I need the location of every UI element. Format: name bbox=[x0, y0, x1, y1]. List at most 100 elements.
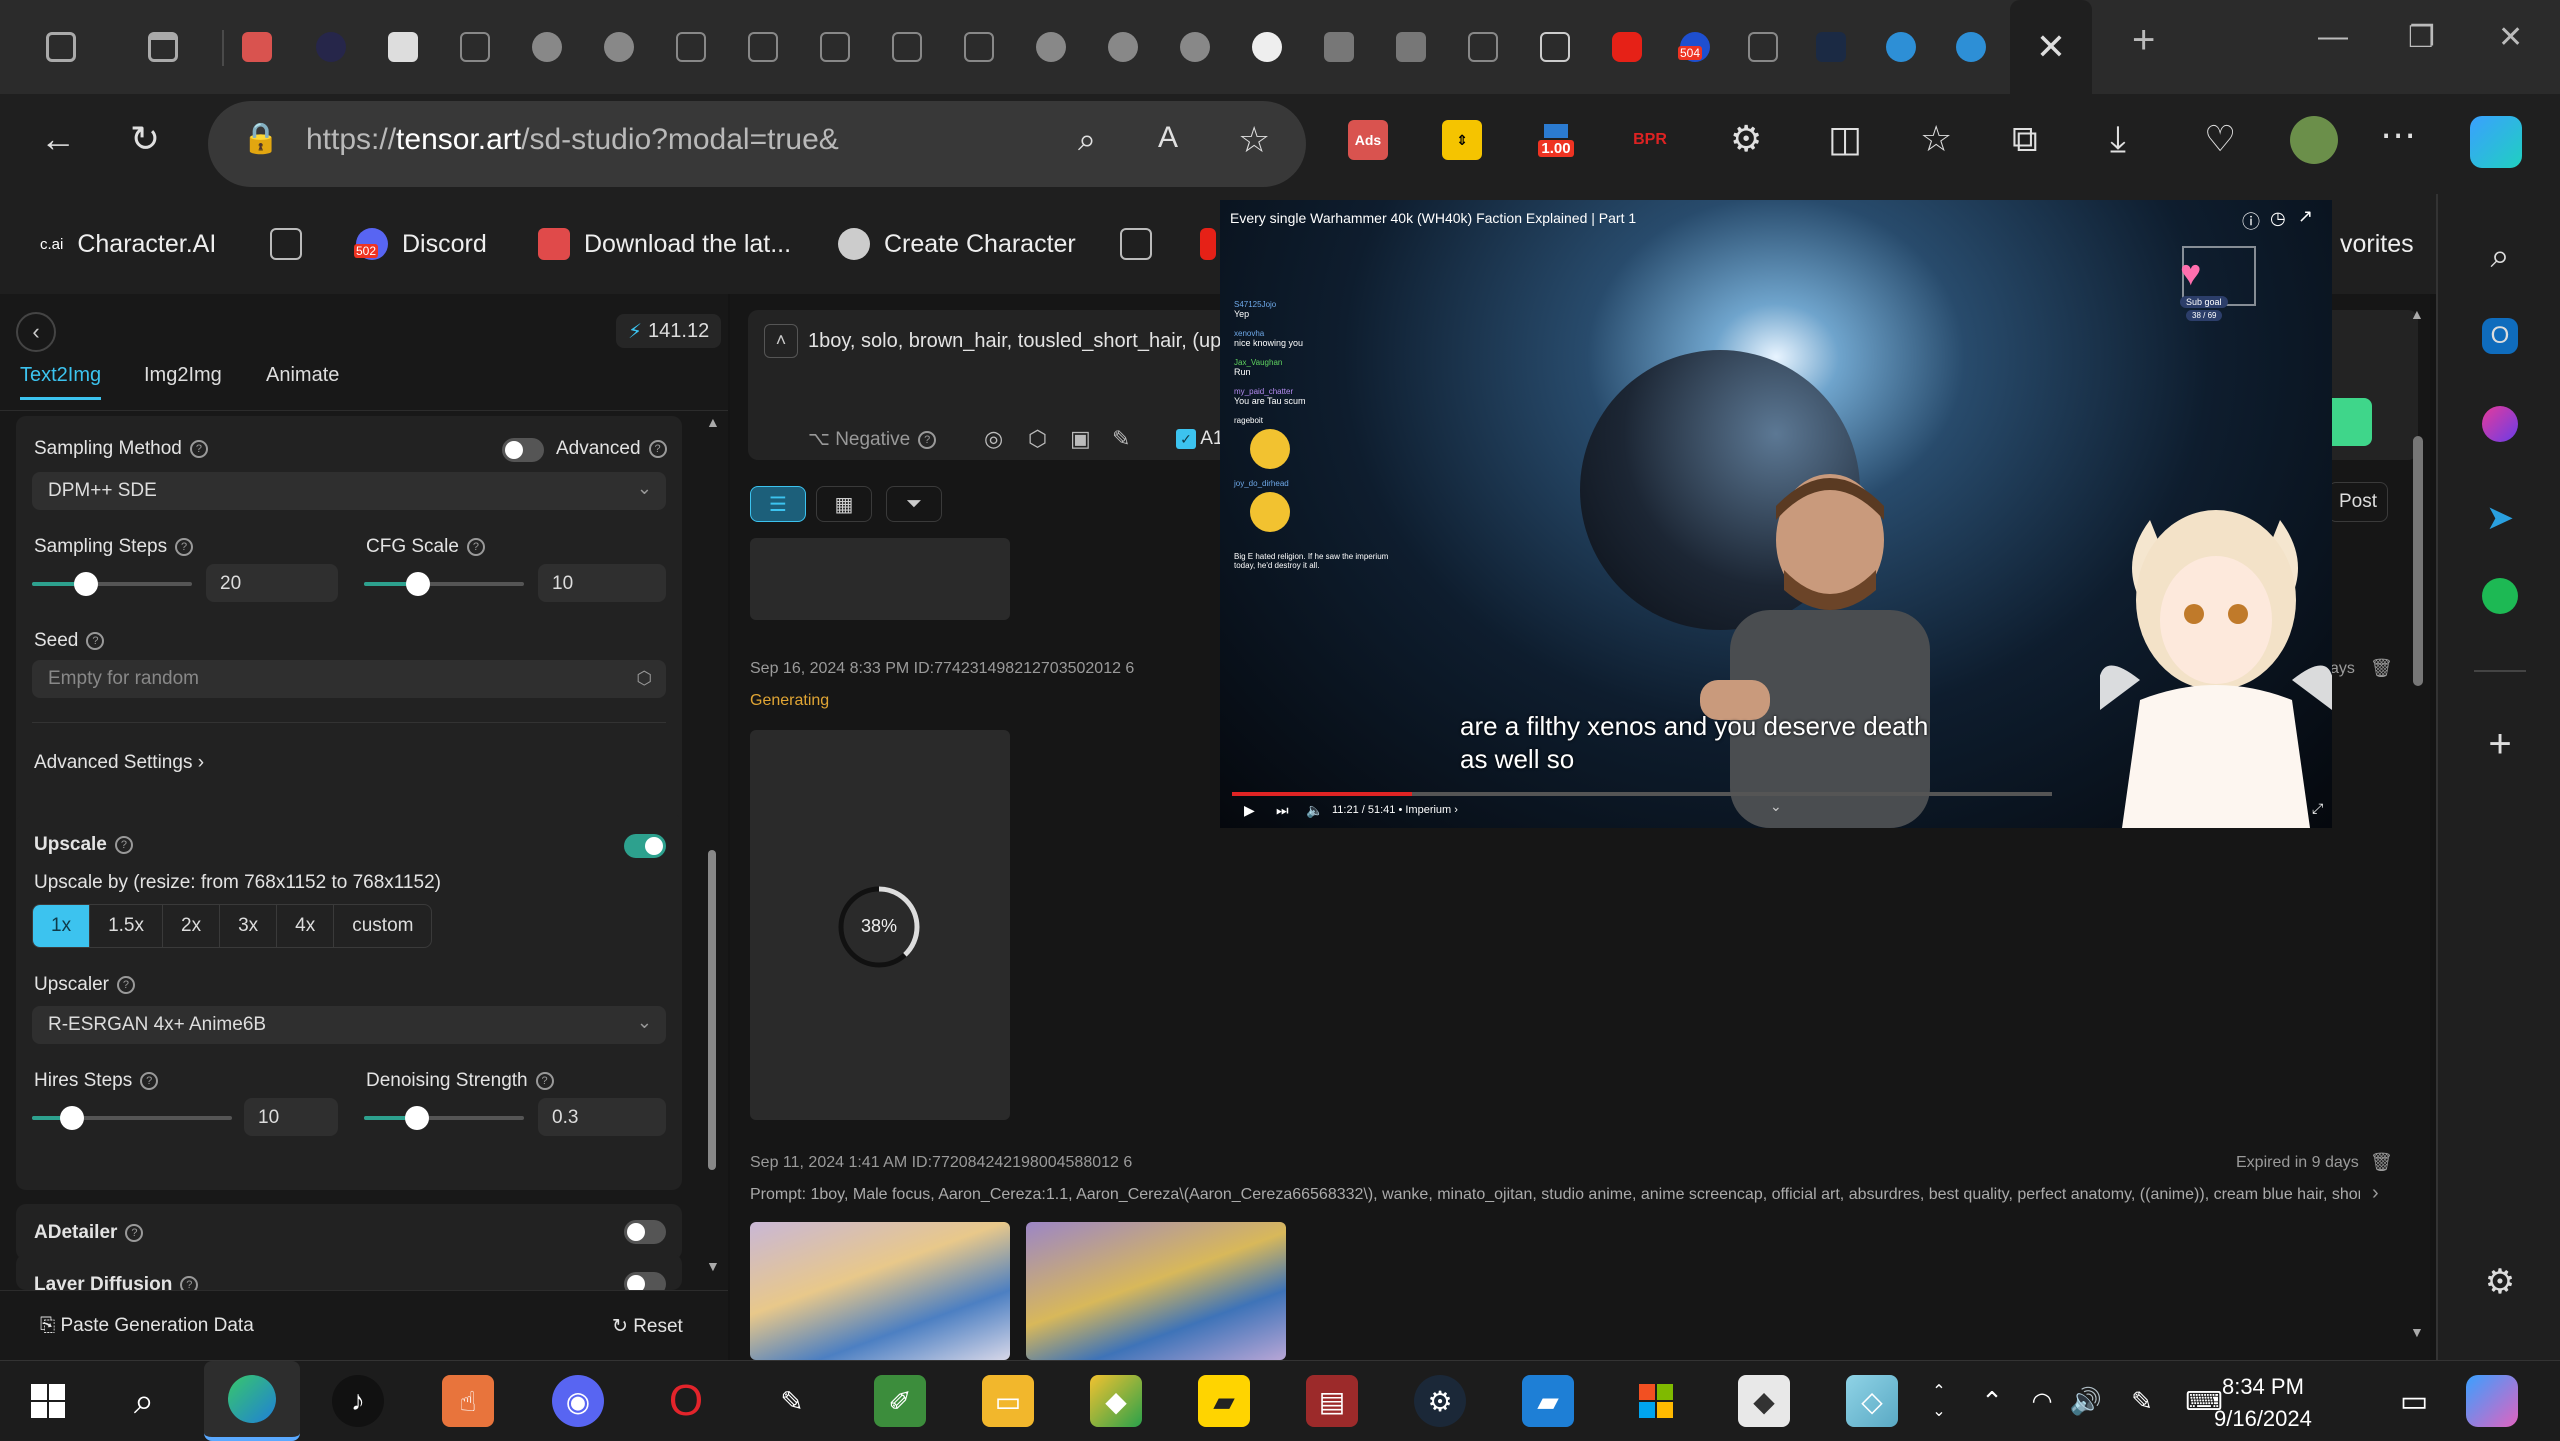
extensions-icon[interactable]: ⚙ bbox=[1730, 118, 1762, 160]
read-aloud-icon[interactable]: A bbox=[1158, 121, 1178, 155]
left-panel-scrollbar[interactable]: ▲ ▼ bbox=[700, 414, 722, 1284]
opera-icon[interactable]: O bbox=[660, 1375, 712, 1427]
back-chevron-icon[interactable]: ‹ bbox=[16, 312, 56, 352]
workspaces-icon[interactable] bbox=[30, 12, 92, 82]
help-icon[interactable]: ? bbox=[466, 537, 485, 556]
app-cyan-icon[interactable]: ◇ bbox=[1846, 1375, 1898, 1427]
url-text[interactable]: https://tensor.art/sd-studio?modal=true& bbox=[306, 123, 839, 157]
upscale-option[interactable]: 4x bbox=[277, 905, 335, 947]
paint-icon[interactable]: ✎ bbox=[766, 1375, 818, 1427]
globe-icon[interactable]: ◎ bbox=[984, 426, 1003, 452]
hires-steps-knob[interactable] bbox=[60, 1106, 84, 1130]
help-icon[interactable]: ? bbox=[125, 1223, 144, 1242]
results-scrollbar[interactable]: ▲ ▼ bbox=[2410, 306, 2426, 1346]
other-favorites[interactable]: vorites bbox=[2340, 224, 2414, 264]
designer-icon[interactable] bbox=[2482, 406, 2518, 442]
app-blue-icon[interactable]: ▰ bbox=[1522, 1375, 1574, 1427]
bpr-extension-icon[interactable]: BPR bbox=[1630, 120, 1670, 160]
tab-edge-icon[interactable] bbox=[1940, 12, 2002, 82]
help-icon[interactable]: ? bbox=[140, 1071, 159, 1090]
help-icon[interactable]: ? bbox=[648, 439, 667, 458]
magic-wand-icon[interactable]: ✎ bbox=[1112, 426, 1130, 452]
favorite-youtube[interactable] bbox=[1200, 224, 1216, 264]
volume-icon[interactable]: 🔈 bbox=[1306, 802, 1323, 819]
tab-edit-icon[interactable] bbox=[226, 12, 288, 82]
favorite-characterai[interactable]: c.ai Character.AI bbox=[40, 224, 216, 264]
tab-dice-icon[interactable] bbox=[372, 12, 434, 82]
favorites-icon[interactable]: ☆ bbox=[1920, 118, 1952, 160]
overflow-chevrons-icon[interactable]: ⌃ ⌄ bbox=[1926, 1375, 1952, 1427]
address-bar[interactable]: 🔒 https://tensor.art/sd-studio?modal=tru… bbox=[208, 101, 1306, 187]
sampling-steps-knob[interactable] bbox=[74, 572, 98, 596]
tab-animate[interactable]: Animate bbox=[266, 364, 339, 387]
upscale-option[interactable]: 2x bbox=[163, 905, 221, 947]
add-icon[interactable]: + bbox=[2474, 718, 2526, 770]
cfg-scale-input[interactable]: 10 bbox=[538, 564, 666, 602]
scroll-down-icon[interactable]: ▼ bbox=[2410, 1324, 2424, 1340]
help-icon[interactable]: ? bbox=[918, 430, 937, 449]
favorite-download[interactable]: Download the lat... bbox=[538, 224, 791, 264]
help-icon[interactable]: ? bbox=[535, 1071, 554, 1090]
tab-blank-icon[interactable] bbox=[1800, 12, 1862, 82]
tab-openai-icon[interactable] bbox=[1236, 12, 1298, 82]
upscale-option[interactable]: 3x bbox=[220, 905, 278, 947]
filter-icon[interactable]: ⏷ bbox=[886, 486, 942, 522]
tab-openai-icon[interactable] bbox=[1164, 12, 1226, 82]
favorite-page[interactable] bbox=[270, 224, 302, 264]
search-icon[interactable]: ⌕ bbox=[2474, 230, 2526, 282]
search-icon[interactable]: ⌕ bbox=[118, 1375, 170, 1427]
download-icon[interactable]: ⤓ bbox=[2110, 118, 2126, 161]
copilot-taskbar-icon[interactable] bbox=[2466, 1375, 2518, 1427]
reset-button[interactable]: ↻ Reset bbox=[612, 1315, 683, 1338]
help-icon[interactable]: ? bbox=[180, 1275, 199, 1290]
share-icon[interactable]: ↗ bbox=[2298, 206, 2313, 227]
advanced-toggle[interactable] bbox=[502, 438, 544, 462]
touch-app-icon[interactable]: ☝ bbox=[442, 1375, 494, 1427]
pen-icon[interactable]: ✎ bbox=[2116, 1375, 2168, 1427]
sampling-method-select[interactable]: DPM++ SDE ⌄ bbox=[32, 472, 666, 510]
sampling-steps-input[interactable]: 20 bbox=[206, 564, 338, 602]
start-windows-icon[interactable] bbox=[22, 1375, 74, 1427]
sticky-notes-icon[interactable]: ▰ bbox=[1198, 1375, 1250, 1427]
scroll-up-icon[interactable]: ▲ bbox=[706, 414, 720, 430]
previous-result-image[interactable] bbox=[750, 538, 1010, 620]
bluestacks-icon[interactable]: ◆ bbox=[1090, 1375, 1142, 1427]
ads-extension-icon[interactable]: Ads bbox=[1348, 120, 1388, 160]
telegram-icon[interactable]: ➤ bbox=[2474, 492, 2526, 544]
help-icon[interactable]: ? bbox=[189, 439, 208, 458]
scroll-up-icon[interactable]: ▲ bbox=[2410, 306, 2424, 322]
tab-media-icon[interactable] bbox=[1524, 12, 1586, 82]
volume-icon[interactable]: 🔊 bbox=[2060, 1375, 2112, 1427]
system-clock[interactable]: 8:34 PM 9/16/2024 bbox=[2214, 1371, 2312, 1435]
delete-icon[interactable]: 🗑 bbox=[2370, 1152, 2393, 1173]
favorite-discord[interactable]: 502 Discord bbox=[354, 224, 487, 264]
cfg-scale-knob[interactable] bbox=[406, 572, 430, 596]
notifications-icon[interactable]: ▭ bbox=[2388, 1375, 2440, 1427]
tab-504-icon[interactable]: 504 bbox=[1664, 12, 1726, 82]
help-icon[interactable]: ? bbox=[175, 537, 194, 556]
paste-generation-button[interactable]: ⎘ Paste Generation Data bbox=[40, 1315, 254, 1337]
microsoft-store-icon[interactable] bbox=[1630, 1375, 1682, 1427]
help-icon[interactable]: ? bbox=[86, 631, 105, 650]
restore-icon[interactable]: ❐ bbox=[2408, 20, 2435, 55]
winrar-icon[interactable]: ▤ bbox=[1306, 1375, 1358, 1427]
zoom-icon[interactable]: ⌕ bbox=[1078, 121, 1096, 159]
lock-icon[interactable]: 🔒 bbox=[242, 121, 279, 156]
expand-icon[interactable]: ⤢ bbox=[2312, 800, 2323, 817]
prompt-text[interactable]: 1boy, solo, brown_hair, tousled_short_ha… bbox=[808, 330, 1261, 353]
upscale-option[interactable]: custom bbox=[334, 905, 431, 947]
tiktok-icon[interactable]: ♪ bbox=[332, 1375, 384, 1427]
file-explorer-icon[interactable]: ▭ bbox=[982, 1375, 1034, 1427]
scroll-thumb[interactable] bbox=[2413, 436, 2423, 686]
more-menu-icon[interactable]: ⋯ bbox=[2380, 114, 2416, 156]
generate-button-edge[interactable] bbox=[2328, 398, 2372, 446]
cube-icon[interactable]: ⬡ bbox=[1028, 426, 1047, 452]
tab-page-icon[interactable] bbox=[948, 12, 1010, 82]
collections-icon[interactable]: ⧉ bbox=[2012, 118, 2038, 161]
upscale-toggle[interactable] bbox=[624, 834, 666, 858]
favorite-create-character[interactable]: Create Character bbox=[838, 224, 1076, 264]
credits-badge[interactable]: ⚡ 141.12 bbox=[616, 314, 722, 348]
spotify-icon[interactable] bbox=[2482, 578, 2518, 614]
notepad-icon[interactable]: ✐ bbox=[874, 1375, 926, 1427]
collapse-chevron-icon[interactable]: ˄ bbox=[764, 324, 798, 358]
